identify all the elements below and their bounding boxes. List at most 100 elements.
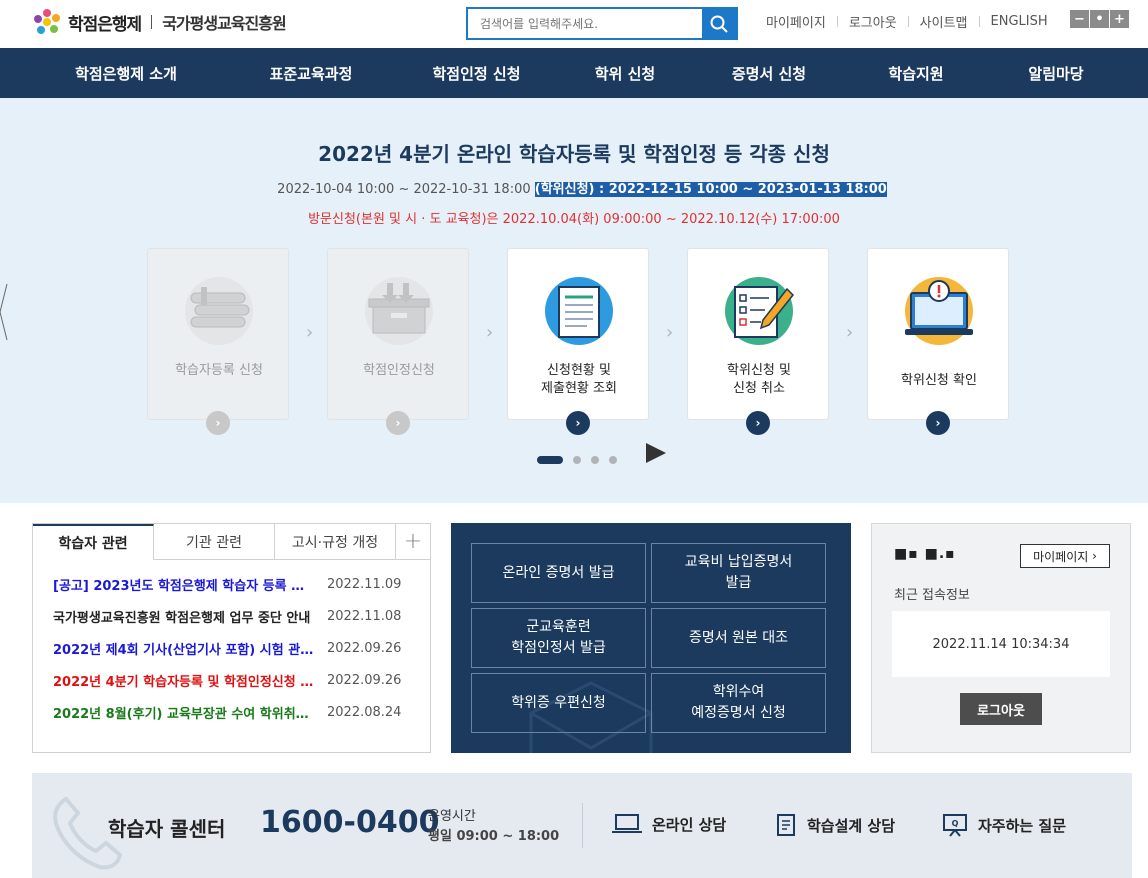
document-list-icon [777,814,795,836]
service-label-line2: 발급 [725,575,752,591]
hours-label: 운영시간 [428,809,476,824]
link-label: 자주하는 질문 [978,816,1067,835]
logout-button[interactable]: 로그아웃 [960,693,1042,725]
site-logo[interactable]: 학점은행제 국가평생교육진흥원 [32,8,287,36]
slider-dot-active[interactable] [537,456,563,464]
checklist-pen-icon [725,277,795,345]
mypage-link[interactable]: 마이페이지 [766,12,826,31]
tab-regulation[interactable]: 고시·규정 개정 [275,524,396,559]
nav-item-degree-apply[interactable]: 학위 신청 [580,48,670,98]
notice-item[interactable]: 국가평생교육진흥원 학점은행제 업무 중단 안내 2022.11.08 [33,600,430,632]
prev-slide-icon[interactable] [0,284,8,340]
notice-list: [공고] 2023년도 학점은행제 학습자 등록 안내 2022.11.09 국가평… [33,560,430,728]
search-input[interactable] [468,9,702,38]
service-label: 증명서 원본 대조 [688,629,789,646]
notice-title: 2022년 8월(후기) 교육부장관 수여 학위취득 안내 [53,706,315,722]
step-label: 학위신청 확인 [901,373,977,388]
search-icon [710,15,728,33]
notice-tabs: 학습자 관련 기관 관련 고시·규정 개정 + [33,524,430,560]
operating-hours: 운영시간 평일 09:00 ~ 18:00 [428,807,559,847]
notice-item[interactable]: 2022년 제4회 기사(산업기사 포함) 시험 관련 안내 2022.09.26 [33,632,430,664]
hero-date-highlight: (학위신청) : 2022-12-15 10:00 ~ 2023-01-13 1… [534,182,887,197]
notice-item[interactable]: 2022년 4분기 학습자등록 및 학점인정신청 안내 2022.09.26 [33,664,430,696]
divider [907,16,909,27]
notice-title: 2022년 4분기 학습자등록 및 학점인정신청 안내 [53,674,315,690]
slider-pagination [537,456,617,464]
zoom-in-button[interactable]: + [1110,10,1129,28]
search-button[interactable] [702,9,736,38]
chevron-right-icon: › [486,322,494,343]
zoom-out-button[interactable]: − [1070,10,1089,28]
notice-title: [공고] 2023년도 학점은행제 학습자 등록 안내 [53,578,315,594]
diploma-mail-button[interactable]: 학위증 우편신청 [471,673,646,733]
nav-item-certificate[interactable]: 증명서 신청 [714,48,824,98]
nav-item-notice[interactable]: 알림마당 [1011,48,1101,98]
notice-date: 2022.11.08 [327,608,402,624]
nav-item-learning-support[interactable]: 학습지원 [871,48,961,98]
certificate-verify-button[interactable]: 증명서 원본 대조 [651,608,826,668]
sitemap-link[interactable]: 사이트맵 [920,12,968,31]
zoom-controls: − • + [1070,10,1129,28]
step-go-button[interactable]: › [386,411,410,435]
nav-item-curriculum[interactable]: 표준교육과정 [256,48,366,98]
mypage-button[interactable]: 마이페이지 › [1020,544,1110,568]
more-plus-icon[interactable]: + [396,524,430,559]
logo-org-text: 국가평생교육진흥원 [162,14,286,33]
english-link[interactable]: ENGLISH [991,14,1048,29]
notice-item[interactable]: 2022년 8월(후기) 교육부장관 수여 학위취득 안내 2022.08.24 [33,696,430,728]
step-learner-register[interactable]: 학습자등록 신청 › [147,248,289,435]
laptop-alert-icon [905,277,973,345]
play-icon[interactable] [646,443,666,463]
tab-institution[interactable]: 기관 관련 [154,524,275,559]
service-label-line1: 학위수여 [712,684,765,700]
step-go-button[interactable]: › [746,411,770,435]
logo-text: 학점은행제 [68,14,142,35]
faq-link[interactable]: Q 자주하는 질문 [942,813,1066,837]
chevron-right-icon: › [846,322,854,343]
step-go-button[interactable]: › [206,411,230,435]
step-credit-recognition[interactable]: 학점인정신청 › [327,248,469,435]
slider-dot[interactable] [591,456,599,464]
nav-item-credit-apply[interactable]: 학점인정 신청 [419,48,534,98]
logo-flower-icon [34,9,60,34]
slider-dot[interactable] [573,456,581,464]
notice-date: 2022.11.09 [327,576,402,592]
mypage-label: 마이페이지 [1033,549,1089,564]
hero-date-range: 2022-10-04 10:00 ~ 2022-10-31 18:00 [277,182,535,197]
step-label-line1: 학위신청 및 [727,363,791,378]
slider-dot[interactable] [609,456,617,464]
step-status-inquiry[interactable]: 신청현황 및 제출현황 조회 › [507,248,649,435]
call-center-number: 1600-0400 [260,805,440,840]
divider [582,803,583,848]
step-degree-confirm[interactable]: 학위신청 확인 › [867,248,1009,435]
step-degree-apply-cancel[interactable]: 학위신청 및 신청 취소 › [687,248,829,435]
hero-visit-period: 방문신청(본원 및 시 · 도 교육청)은 2022.10.04(화) 09:0… [308,212,840,227]
hero-date: 2022-10-04 10:00 ~ 2022-10-31 18:00 (학위신… [0,178,1148,197]
logout-link[interactable]: 로그아웃 [849,12,897,31]
archive-box-icon [365,277,433,345]
divider [836,16,838,27]
zoom-reset-button[interactable]: • [1090,10,1109,28]
degree-expected-button[interactable]: 학위수여 예정증명서 신청 [651,673,826,733]
step-go-button[interactable]: › [926,411,950,435]
tab-learner[interactable]: 학습자 관련 [33,524,154,560]
learning-plan-consult-link[interactable]: 학습설계 상담 [775,813,895,837]
document-icon [545,277,613,345]
service-label: 온라인 증명서 발급 [502,564,615,581]
online-certificate-button[interactable]: 온라인 증명서 발급 [471,543,646,603]
call-center-bar: 학습자 콜센터 1600-0400 운영시간 평일 09:00 ~ 18:00 온… [32,773,1132,878]
notice-item[interactable]: [공고] 2023년도 학점은행제 학습자 등록 안내 2022.11.09 [33,568,430,600]
online-consult-link[interactable]: 온라인 상담 [612,813,726,835]
notice-board: 학습자 관련 기관 관련 고시·규정 개정 + [공고] 2023년도 학점은행… [32,523,431,753]
notice-title: 2022년 제4회 기사(산업기사 포함) 시험 관련 안내 [53,642,315,658]
tuition-certificate-button[interactable]: 교육비 납입증명서 발급 [651,543,826,603]
step-go-button[interactable]: › [566,411,590,435]
books-icon [185,277,253,345]
laptop-icon [612,814,642,833]
search-box [466,7,738,40]
nav-item-intro[interactable]: 학점은행제 소개 [43,48,209,98]
military-credit-button[interactable]: 군교육훈련 학점인정서 발급 [471,608,646,668]
logo-divider [151,15,153,29]
link-label: 학습설계 상담 [807,816,896,835]
step-label-line2: 신청 취소 [733,381,785,396]
